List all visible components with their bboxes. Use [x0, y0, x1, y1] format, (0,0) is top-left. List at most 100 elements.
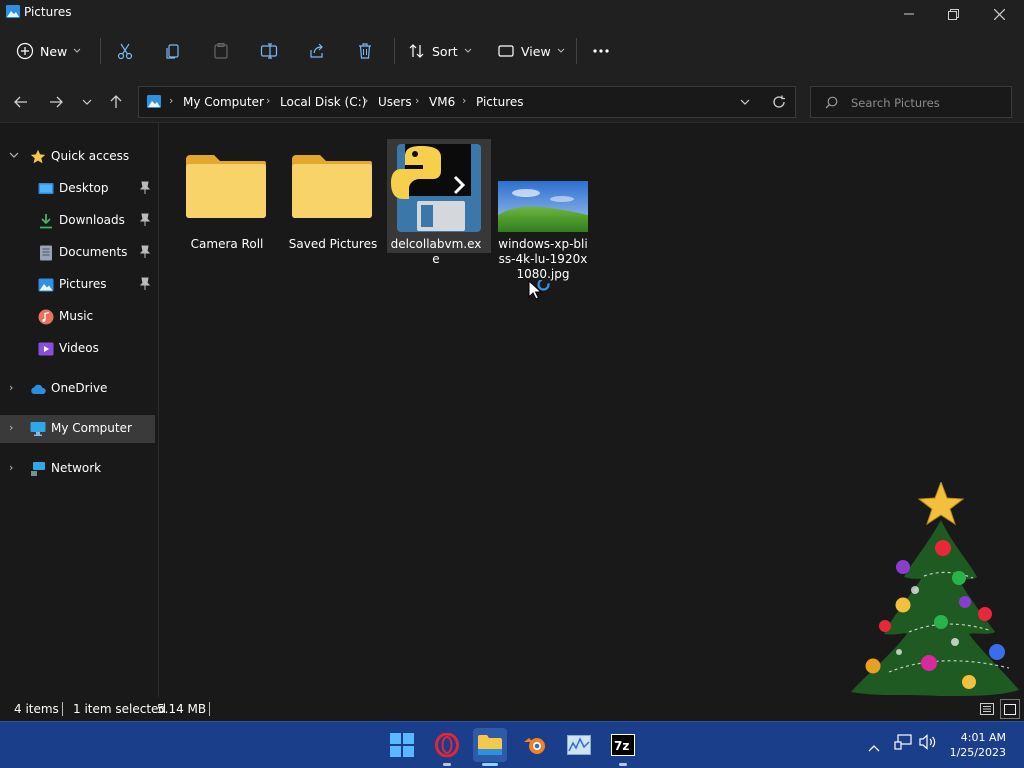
pin-icon	[140, 181, 150, 194]
breadcrumb-pictures[interactable]: Pictures	[476, 95, 524, 109]
back-button[interactable]	[9, 90, 33, 114]
pin-icon	[140, 245, 150, 258]
list-view-icon	[980, 703, 994, 715]
volume-button[interactable]	[919, 734, 937, 754]
refresh-icon	[773, 95, 785, 108]
refresh-button[interactable]	[767, 90, 791, 114]
nav-quick-access[interactable]: Quick access	[0, 143, 155, 171]
new-button[interactable]: New	[16, 36, 81, 66]
minimize-button[interactable]	[886, 0, 932, 28]
show-hidden-icons-button[interactable]	[868, 737, 880, 756]
taskbar-opera[interactable]	[430, 728, 464, 762]
view-label: View	[521, 43, 551, 59]
network-icon	[31, 462, 45, 476]
large-icons-view-button[interactable]	[1000, 699, 1020, 719]
selection-size: 5.14 MB	[157, 702, 207, 716]
rename-button[interactable]	[254, 36, 284, 66]
nav-item-pictures[interactable]: Pictures	[0, 271, 155, 299]
sort-button[interactable]: Sort	[408, 36, 472, 66]
delete-button[interactable]	[350, 36, 380, 66]
details-view-button[interactable]	[978, 700, 996, 718]
speaker-icon	[919, 734, 936, 750]
more-options-button[interactable]	[586, 36, 616, 66]
blender-icon	[524, 738, 545, 754]
taskbar-resource-monitor[interactable]	[562, 728, 596, 762]
maximize-button[interactable]	[930, 0, 976, 28]
address-bar[interactable]: › My Computer › Local Disk (C:) › Users …	[138, 86, 796, 118]
chevron-down-icon	[9, 152, 19, 158]
cursor-busy-icon	[528, 280, 550, 300]
videos-icon	[38, 342, 54, 356]
sort-label: Sort	[432, 43, 458, 59]
breadcrumb-my-computer[interactable]: My Computer	[183, 95, 264, 109]
taskbar-blender[interactable]	[518, 728, 552, 762]
cut-button[interactable]	[110, 36, 140, 66]
folder-icon	[186, 155, 266, 218]
file-name: Camera Roll	[190, 237, 264, 251]
rename-icon	[260, 43, 278, 59]
divider	[100, 38, 101, 64]
arrow-right-icon	[50, 96, 63, 108]
close-button[interactable]	[976, 0, 1022, 28]
search-box[interactable]	[810, 86, 1012, 118]
file-name: Saved Pictures	[288, 237, 378, 251]
address-history-button[interactable]	[735, 93, 755, 111]
nav-label: Videos	[59, 341, 99, 355]
nav-onedrive[interactable]: › OneDrive	[0, 375, 155, 403]
trash-icon	[359, 43, 371, 59]
nav-item-videos[interactable]: Videos	[0, 335, 155, 363]
address-row: › My Computer › Local Disk (C:) › Users …	[0, 74, 1024, 123]
chevron-right-icon: ›	[9, 461, 14, 474]
star-icon	[30, 149, 46, 164]
chevron-down-icon	[82, 99, 92, 105]
nav-item-desktop[interactable]: Desktop	[0, 175, 155, 203]
chevron-right-icon: ›	[9, 381, 14, 394]
file-name: windows-xp-bliss-4k-lu-1920x1080.jpg	[498, 237, 588, 281]
view-button[interactable]: View	[497, 36, 565, 66]
opera-icon	[435, 733, 459, 757]
start-button[interactable]	[385, 728, 419, 762]
chevron-up-icon	[868, 745, 880, 752]
chevron-down-icon	[557, 48, 565, 53]
taskbar-7zip[interactable]: 7z	[606, 728, 640, 762]
paste-button[interactable]	[206, 36, 236, 66]
arrow-up-icon	[110, 95, 122, 108]
file-explorer-icon	[478, 735, 502, 755]
status-divider	[62, 702, 63, 716]
nav-label: Downloads	[59, 213, 125, 227]
share-button[interactable]	[302, 36, 332, 66]
taskbar-file-explorer[interactable]	[473, 728, 507, 762]
selection-count: 1 item selected	[73, 702, 167, 716]
up-button[interactable]	[104, 90, 128, 114]
breadcrumb-vm6[interactable]: VM6	[429, 95, 455, 109]
svg-text:7z: 7z	[614, 739, 629, 753]
pictures-location-icon	[147, 95, 161, 108]
forward-button[interactable]	[44, 90, 68, 114]
breadcrumb-local-disk[interactable]: Local Disk (C:)	[280, 95, 366, 109]
network-status-button[interactable]	[894, 734, 912, 754]
clock-time: 4:01 AM	[960, 731, 1006, 744]
arrow-left-icon	[14, 96, 27, 108]
search-icon	[825, 96, 838, 109]
breadcrumb-users[interactable]: Users	[378, 95, 412, 109]
status-bar: 4 items 1 item selected 5.14 MB	[0, 697, 1024, 721]
nav-my-computer[interactable]: › My Computer	[0, 415, 155, 443]
recent-locations-button[interactable]	[75, 90, 99, 114]
nav-network[interactable]: › Network	[0, 455, 155, 483]
nav-label: Desktop	[59, 181, 109, 195]
new-label: New	[40, 43, 68, 59]
search-input[interactable]	[849, 93, 1003, 113]
nav-label: Quick access	[51, 149, 130, 163]
plus-circle-icon	[16, 42, 34, 60]
nav-item-documents[interactable]: Documents	[0, 239, 155, 267]
nav-label: Pictures	[59, 277, 107, 291]
pin-icon	[140, 213, 150, 226]
nav-item-music[interactable]: Music	[0, 303, 155, 331]
pictures-app-icon	[6, 5, 20, 18]
system-clock[interactable]: 4:01 AM 1/25/2023	[936, 730, 1006, 760]
file-name: delcollabvm.exe	[390, 237, 482, 266]
nav-item-downloads[interactable]: Downloads	[0, 207, 155, 235]
breadcrumb-separator: ›	[462, 94, 467, 107]
7zip-icon: 7z	[611, 734, 635, 756]
copy-button[interactable]	[158, 36, 188, 66]
